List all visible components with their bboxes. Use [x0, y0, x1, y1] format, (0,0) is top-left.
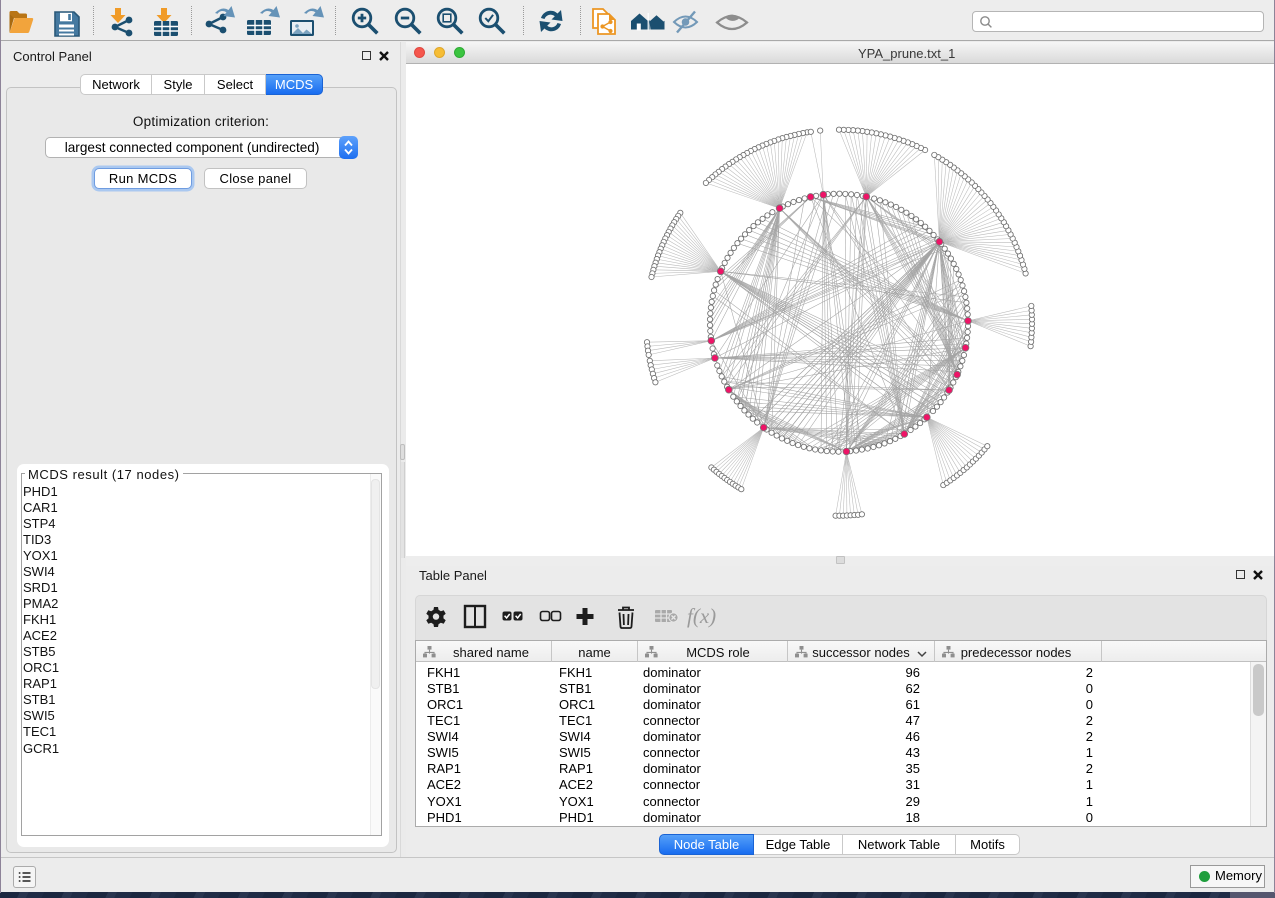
svg-text:f(x): f(x) — [687, 604, 716, 628]
